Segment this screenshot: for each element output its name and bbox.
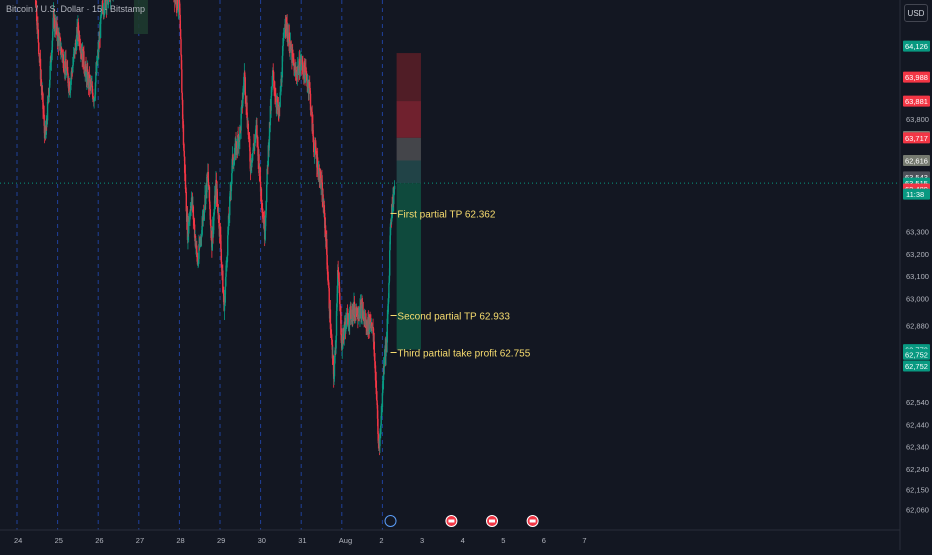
candle-body: [37, 22, 39, 30]
x-tick-label: 26: [95, 536, 103, 545]
candle-body: [48, 87, 50, 98]
x-tick-label: 7: [582, 536, 586, 545]
y-tick-label: 62,340: [906, 443, 929, 452]
chart-area[interactable]: First partial TP 62.362 Second partial TP…: [0, 0, 932, 550]
price-tag: 62,752: [903, 360, 930, 372]
y-tick-label: 62,060: [906, 506, 929, 515]
x-tick-label: 25: [55, 536, 63, 545]
candle-body: [346, 314, 348, 325]
lightning-event-icon: [384, 515, 397, 527]
flag-icon: [529, 519, 536, 523]
price-tag: 63,988: [903, 71, 930, 83]
candle-body: [389, 250, 391, 276]
price-tag-label: 62,752: [905, 350, 928, 359]
x-tick-label: 30: [258, 536, 266, 545]
candle-body: [38, 42, 40, 55]
candle-body: [272, 71, 275, 81]
price-tag-label: 63,988: [905, 73, 928, 82]
stop-zone-inner: [396, 101, 421, 138]
price-tag-label: 62,752: [905, 362, 928, 371]
candle-body: [208, 186, 211, 202]
candle-body: [216, 199, 219, 204]
y-tick-label: 63,000: [906, 295, 929, 304]
chart-background: [0, 0, 932, 550]
x-tick-label: 5: [501, 536, 505, 545]
x-tick-label: Aug: [339, 536, 352, 545]
y-tick-label: 63,200: [906, 250, 929, 259]
price-tag-label: 64,126: [905, 42, 928, 51]
candle-body: [265, 184, 268, 203]
annotation-label-1: First partial TP 62.362: [397, 209, 495, 220]
x-tick-label: 3: [420, 536, 424, 545]
price-tag: 63,881: [903, 95, 930, 107]
candle-body: [37, 29, 40, 43]
price-tag: 62,616: [903, 155, 930, 167]
candle-body: [180, 39, 182, 55]
symbol-title[interactable]: Bitcoin / U.S. Dollar · 15 · Bitstamp: [6, 4, 145, 14]
stop-zone-outer: [396, 53, 421, 102]
entry-band-upper: [396, 137, 421, 161]
x-tick-label: 24: [14, 536, 22, 545]
x-tick-label: 2: [379, 536, 383, 545]
candle-body: [270, 95, 272, 111]
x-tick-label: 27: [136, 536, 144, 545]
price-tag: 64,126: [903, 40, 930, 52]
candle-body: [393, 185, 396, 190]
y-tick-label: 62,540: [906, 398, 929, 407]
y-tick-label: 62,880: [906, 322, 929, 331]
candle-body: [182, 124, 185, 146]
candle-body: [183, 150, 185, 157]
y-tick-label: 62,240: [906, 465, 929, 474]
x-tick-label: 31: [298, 536, 306, 545]
price-tag: 63,717: [903, 132, 930, 144]
y-tick-label: 63,300: [906, 227, 929, 236]
flag-icon: [489, 519, 496, 523]
currency-button[interactable]: USD: [904, 4, 928, 22]
x-tick-label: 28: [176, 536, 184, 545]
price-tag-label: 62,616: [905, 157, 928, 166]
price-chart[interactable]: First partial TP 62.362 Second partial TP…: [0, 0, 932, 550]
countdown-label: 11:38: [906, 190, 924, 199]
candle-body: [388, 283, 390, 299]
candle-body: [45, 134, 47, 139]
x-tick-label: 4: [461, 536, 465, 545]
flag-icon: [448, 519, 455, 523]
annotation-label-3: Third partial take profit 62.755: [397, 349, 530, 360]
y-tick-label: 62,150: [906, 485, 929, 494]
candle-body: [333, 363, 336, 377]
entry-band-lower: [396, 160, 421, 184]
x-tick-label: 6: [542, 536, 546, 545]
y-tick-label: 63,800: [906, 115, 929, 124]
price-tag-label: 63,717: [905, 134, 928, 143]
target-zone: [396, 183, 421, 350]
annotation-label-2: Second partial TP 62.933: [397, 311, 510, 322]
candle-body: [281, 77, 283, 83]
x-tick-label: 29: [217, 536, 225, 545]
y-tick-label: 62,440: [906, 420, 929, 429]
candle-body: [181, 69, 183, 93]
y-tick-label: 63,100: [906, 272, 929, 281]
candle-body: [265, 202, 267, 211]
price-tag: 62,752: [903, 348, 930, 360]
price-tag-label: 63,881: [905, 97, 928, 106]
